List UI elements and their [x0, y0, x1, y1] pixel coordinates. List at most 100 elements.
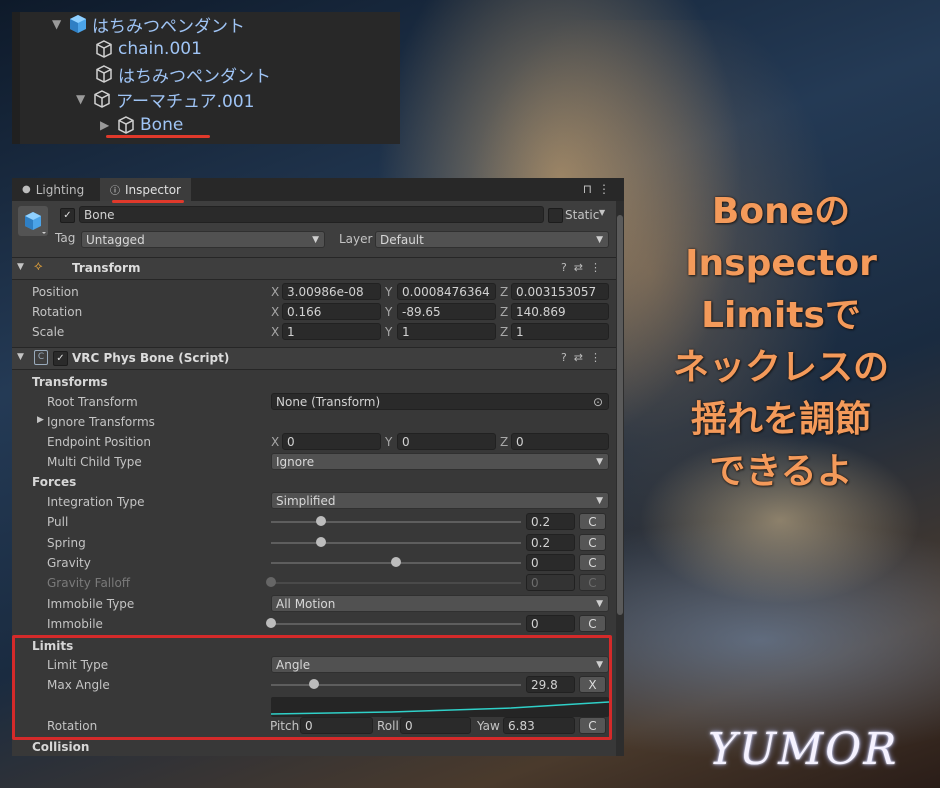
endpoint-y-field[interactable]: 0: [397, 433, 496, 450]
hierarchy-item-armature[interactable]: ▼ アーマチュア.001: [76, 87, 255, 112]
gravity-curve-button[interactable]: C: [579, 554, 606, 571]
axis-x-label: X: [271, 305, 280, 319]
object-name-field[interactable]: Bone: [79, 206, 544, 223]
gravity-value-field[interactable]: 0: [526, 554, 575, 571]
lock-and-menu-icons[interactable]: ⊓⋮: [583, 182, 616, 196]
object-picker-icon[interactable]: ⊙: [593, 394, 603, 409]
expand-arrow-icon[interactable]: ▼: [76, 92, 92, 106]
immobile-slider-knob[interactable]: [266, 618, 276, 628]
rotation-x-field[interactable]: 0.166: [282, 303, 381, 320]
static-dropdown-arrow-icon[interactable]: ▼: [599, 208, 605, 217]
layer-label: Layer: [339, 232, 373, 246]
spring-value-field[interactable]: 0.2: [526, 534, 575, 551]
immobile-value-field[interactable]: 0: [526, 615, 575, 632]
expand-arrow-icon[interactable]: ▼: [52, 17, 68, 31]
inspector-tab-highlight-underline: [112, 200, 184, 203]
spring-curve-button[interactable]: C: [579, 534, 606, 551]
component-header-icons[interactable]: ?⇄⋮: [561, 261, 608, 274]
rotation-z-field[interactable]: 140.869: [511, 303, 609, 320]
annotation-text: Boneの Inspector Limitsで ネックレスの 揺れを調節 できる…: [636, 186, 926, 498]
physbone-component-header[interactable]: ▼ C ✓ VRC Phys Bone (Script) ?⇄⋮: [12, 347, 616, 370]
gravity-falloff-value-field: 0: [526, 574, 575, 591]
physbone-enabled-checkbox[interactable]: ✓: [53, 351, 68, 366]
pull-slider-knob[interactable]: [316, 516, 326, 526]
multi-child-type-value: Ignore: [276, 455, 315, 469]
preset-icon[interactable]: ⇄: [574, 261, 590, 274]
tab-lighting[interactable]: ● Lighting: [12, 178, 94, 201]
position-x-field[interactable]: 3.00986e-08: [282, 283, 381, 300]
tab-bar: ● Lighting ⓘ Inspector ⊓⋮: [12, 178, 624, 201]
multi-child-type-dropdown[interactable]: Ignore ▼: [271, 453, 609, 470]
spring-slider-track[interactable]: [271, 542, 521, 544]
fold-arrow-icon[interactable]: ▼: [17, 352, 24, 362]
hierarchy-item-label: はちみつペンダント: [118, 66, 271, 87]
immobile-slider-track[interactable]: [271, 623, 521, 625]
hierarchy-item-pendant-root[interactable]: ▼ はちみつペンダント: [52, 12, 245, 37]
immobile-curve-button[interactable]: C: [579, 615, 606, 632]
ignore-transforms-label[interactable]: Ignore Transforms: [47, 415, 155, 429]
pull-slider-track[interactable]: [271, 521, 521, 523]
spring-slider-knob[interactable]: [316, 537, 326, 547]
endpoint-position-label: Endpoint Position: [47, 435, 151, 449]
axis-y-label: Y: [385, 325, 393, 339]
position-z-field[interactable]: 0.003153057: [511, 283, 609, 300]
collapse-arrow-icon[interactable]: ▶: [100, 118, 116, 132]
component-header-icons[interactable]: ?⇄⋮: [561, 351, 608, 364]
integration-type-value: Simplified: [276, 494, 336, 508]
prefab-cube-icon: [70, 15, 86, 33]
fold-arrow-icon[interactable]: ▼: [17, 262, 24, 272]
position-y-field[interactable]: 0.0008476364: [397, 283, 496, 300]
gravity-slider-knob[interactable]: [391, 557, 401, 567]
layer-dropdown[interactable]: Default ▼: [375, 231, 609, 248]
tag-dropdown[interactable]: Untagged ▼: [81, 231, 325, 248]
scale-z-field[interactable]: 1: [511, 323, 609, 340]
lightbulb-icon: ●: [22, 184, 31, 195]
hierarchy-item-label: Bone: [140, 115, 184, 135]
foldout-arrow-icon[interactable]: ▶: [37, 415, 44, 425]
endpoint-x-field[interactable]: 0: [282, 433, 381, 450]
pull-curve-button[interactable]: C: [579, 513, 606, 530]
help-icon[interactable]: ?: [561, 351, 574, 364]
script-icon: C: [34, 350, 48, 365]
immobile-label: Immobile: [47, 617, 103, 631]
tab-inspector[interactable]: ⓘ Inspector: [100, 178, 191, 201]
kebab-menu-icon[interactable]: ⋮: [590, 351, 608, 364]
hierarchy-item-chain[interactable]: chain.001: [94, 37, 202, 61]
root-transform-field[interactable]: None (Transform) ⊙: [271, 393, 609, 410]
hierarchy-item-bone[interactable]: ▶ Bone: [100, 113, 183, 137]
immobile-type-label: Immobile Type: [47, 597, 135, 611]
preset-icon[interactable]: ⇄: [574, 351, 590, 364]
gameobject-cube-icon: [94, 90, 110, 108]
endpoint-z-field[interactable]: 0: [511, 433, 609, 450]
pull-label: Pull: [47, 515, 69, 529]
gameobject-cube-icon: [118, 116, 134, 134]
scrollbar-thumb[interactable]: [617, 215, 623, 615]
hierarchy-scrollbar[interactable]: [12, 12, 20, 144]
axis-y-label: Y: [385, 435, 393, 449]
pull-value-field[interactable]: 0.2: [526, 513, 575, 530]
tag-label: Tag: [55, 231, 76, 245]
rotation-y-field[interactable]: -89.65: [397, 303, 496, 320]
gameobject-icon[interactable]: [18, 206, 48, 236]
immobile-type-dropdown[interactable]: All Motion ▼: [271, 595, 609, 612]
hierarchy-item-pendant-mesh[interactable]: はちみつペンダント: [94, 62, 271, 87]
active-checkbox[interactable]: ✓: [60, 208, 75, 223]
physbone-title: VRC Phys Bone (Script): [72, 351, 230, 365]
integration-type-dropdown[interactable]: Simplified ▼: [271, 492, 609, 509]
transform-component-header[interactable]: ▼ ⟡ Transform ?⇄⋮: [12, 257, 616, 280]
axis-z-label: Z: [500, 325, 509, 339]
static-checkbox[interactable]: [548, 208, 563, 223]
help-icon[interactable]: ?: [561, 261, 574, 274]
gravity-falloff-label: Gravity Falloff: [47, 576, 131, 590]
gravity-falloff-slider-knob: [266, 577, 276, 587]
static-label: Static: [565, 208, 600, 222]
scale-x-field[interactable]: 1: [282, 323, 381, 340]
scale-y-field[interactable]: 1: [397, 323, 496, 340]
kebab-menu-icon[interactable]: ⋮: [598, 182, 616, 196]
spring-label: Spring: [47, 536, 86, 550]
chevron-down-icon: ▼: [596, 457, 603, 467]
inspector-scrollbar[interactable]: [616, 201, 624, 756]
lock-icon[interactable]: ⊓: [583, 182, 598, 196]
kebab-menu-icon[interactable]: ⋮: [590, 261, 608, 274]
tab-label: Lighting: [35, 182, 85, 197]
